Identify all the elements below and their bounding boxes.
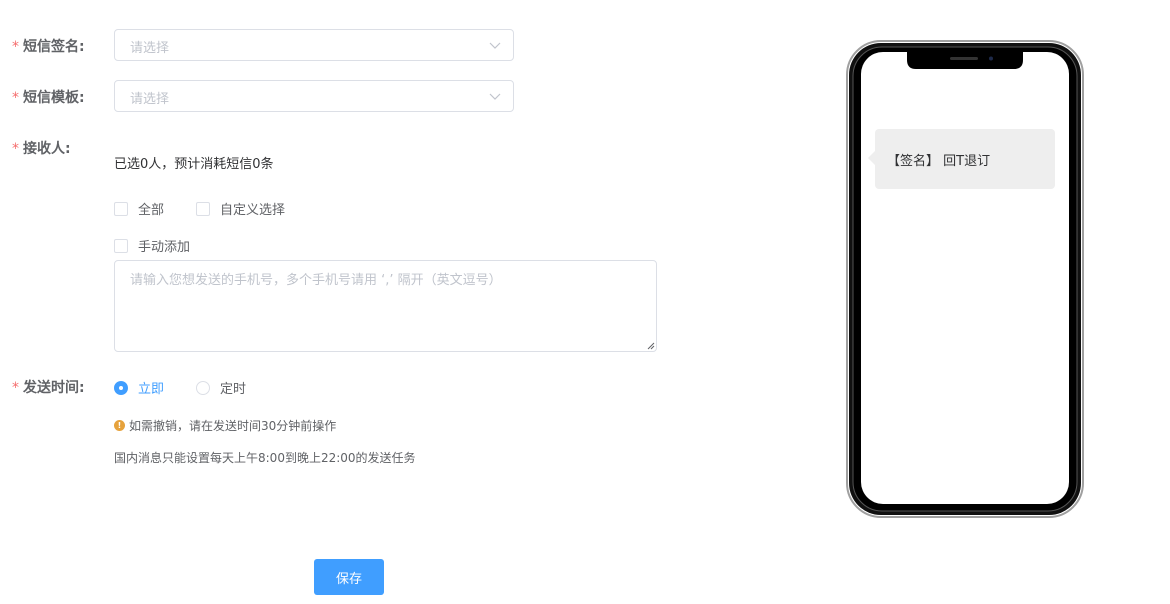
checkbox-box[interactable] [196, 201, 210, 216]
checkbox-all[interactable]: 全部 [114, 199, 164, 218]
template-select[interactable]: 请选择 [114, 80, 514, 112]
checkbox-manual-label: 手动添加 [138, 240, 191, 255]
cancel-warning: ! 如需撤销，请在发送时间30分钟前操作 [114, 417, 336, 434]
chevron-down-icon [489, 93, 501, 100]
radio-immediate-label: 立即 [138, 382, 165, 397]
required-mark: * [12, 380, 19, 396]
save-button[interactable]: 保存 [314, 559, 384, 595]
checkbox-all-label: 全部 [138, 203, 165, 218]
chevron-down-icon [489, 42, 501, 49]
radio-circle[interactable] [196, 380, 210, 395]
radio-scheduled[interactable]: 定时 [196, 378, 246, 397]
radio-circle[interactable] [114, 380, 128, 395]
cancel-warning-text: 如需撤销，请在发送时间30分钟前操作 [129, 419, 337, 433]
resize-grip-icon[interactable] [645, 340, 655, 350]
signature-select[interactable]: 请选择 [114, 29, 514, 61]
textarea-placeholder: 请输入您想发送的手机号，多个手机号请用 ‘,’ 隔开（英文逗号） [130, 273, 502, 288]
signature-placeholder: 请选择 [130, 41, 170, 56]
phone-numbers-textarea[interactable]: 请输入您想发送的手机号，多个手机号请用 ‘,’ 隔开（英文逗号） [114, 260, 657, 352]
sms-preview-bubble: 【签名】 回T退订 [868, 129, 1055, 189]
checkbox-custom[interactable]: 自定义选择 [196, 199, 285, 218]
template-label: * 短信模板: [12, 90, 85, 106]
sms-preview-text: 【签名】 回T退订 [887, 154, 991, 169]
checkbox-custom-label: 自定义选择 [220, 203, 286, 218]
phone-preview-frame [846, 40, 1084, 518]
radio-scheduled-label: 定时 [220, 382, 247, 397]
required-mark: * [12, 141, 19, 157]
checkbox-box[interactable] [114, 201, 128, 216]
signature-label: * 短信签名: [12, 39, 85, 55]
required-mark: * [12, 39, 19, 55]
checkbox-box[interactable] [114, 238, 128, 253]
send-time-label: * 发送时间: [12, 380, 85, 396]
template-placeholder: 请选择 [130, 92, 170, 107]
recipients-summary: 已选0人，预计消耗短信0条 [114, 157, 274, 172]
checkbox-manual[interactable]: 手动添加 [114, 236, 190, 255]
time-range-note: 国内消息只能设置每天上午8:00到晚上22:00的发送任务 [114, 451, 416, 465]
required-mark: * [12, 90, 19, 106]
radio-immediate[interactable]: 立即 [114, 378, 164, 397]
warning-icon: ! [114, 420, 125, 431]
recipients-label: * 接收人: [12, 141, 71, 157]
